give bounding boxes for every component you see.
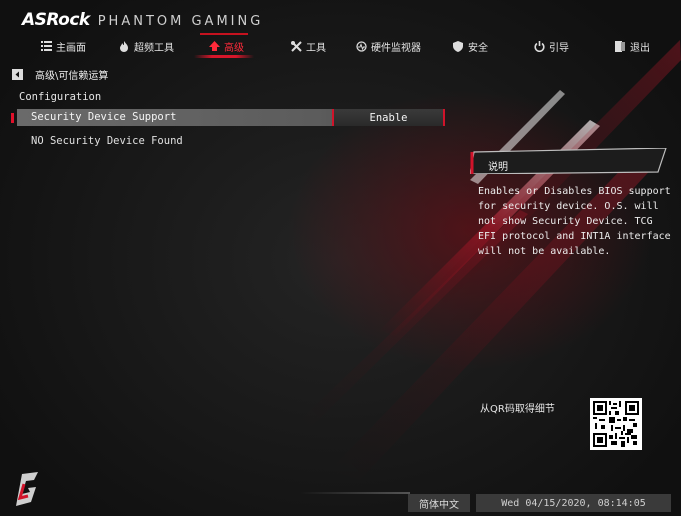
tab-label: 引导: [549, 42, 569, 54]
tab-label: 退出: [630, 42, 650, 54]
tab-exit[interactable]: 退出: [614, 36, 650, 56]
qr-label: 从QR码取得细节: [480, 404, 555, 415]
datetime-display: Wed 04/15/2020, 08:14:05: [476, 494, 671, 512]
shield-icon: [452, 40, 464, 52]
security-device-support-label: Security Device Support: [31, 111, 177, 123]
active-tab-underline: [194, 55, 254, 58]
tab-label: 安全: [468, 42, 488, 54]
asrock-logo: ASRock PHANTOM GAMING: [22, 10, 263, 30]
bios-screen: ASRock PHANTOM GAMING 主画面 超频工具 高级 工具 硬件监…: [0, 0, 681, 516]
active-tab-overline: [200, 33, 248, 35]
brand-name: ASRock: [22, 10, 90, 30]
help-title: 说明: [488, 162, 508, 173]
tab-advanced[interactable]: 高级: [200, 33, 248, 56]
tab-label: 工具: [306, 42, 326, 54]
exit-icon: [614, 40, 626, 52]
tab-hw-monitor[interactable]: 硬件监视器: [355, 36, 421, 56]
list-icon: [40, 40, 52, 52]
phantom-gaming-logo-icon: [16, 472, 38, 506]
tab-oc-tweaker[interactable]: 超频工具: [118, 36, 174, 56]
tab-label: 主画面: [56, 42, 86, 54]
tab-label: 超频工具: [134, 42, 174, 54]
tab-label: 高级: [224, 42, 244, 54]
brand-subtitle: PHANTOM GAMING: [97, 14, 264, 29]
back-button[interactable]: [12, 69, 23, 80]
tab-boot[interactable]: 引导: [533, 36, 569, 56]
top-nav: 主画面 超频工具 高级 工具 硬件监视器 安全 引导 退出: [0, 33, 681, 58]
security-device-status: NO Security Device Found: [31, 135, 183, 147]
power-icon: [533, 40, 545, 52]
section-title: Configuration: [19, 91, 102, 103]
advanced-icon: [208, 40, 220, 52]
tools-icon: [290, 40, 302, 52]
selection-marker: [11, 113, 14, 123]
breadcrumb-path: 高级\可信赖运算: [35, 71, 109, 82]
security-device-support-value[interactable]: Enable: [332, 109, 445, 126]
tab-label: 硬件监视器: [371, 42, 421, 54]
back-arrow-icon: [15, 71, 19, 78]
tab-security[interactable]: 安全: [452, 36, 488, 56]
language-button[interactable]: 简体中文: [408, 494, 470, 512]
qr-code-icon: [593, 401, 639, 447]
tab-main[interactable]: 主画面: [40, 36, 86, 56]
help-description: Enables or Disables BIOS support for sec…: [478, 186, 671, 257]
qr-code: [590, 398, 642, 450]
monitor-icon: [355, 40, 367, 52]
footer-divider: [300, 492, 410, 494]
flame-icon: [118, 40, 130, 52]
tab-tool[interactable]: 工具: [290, 36, 326, 56]
breadcrumb: 高级\可信赖运算: [12, 67, 108, 82]
